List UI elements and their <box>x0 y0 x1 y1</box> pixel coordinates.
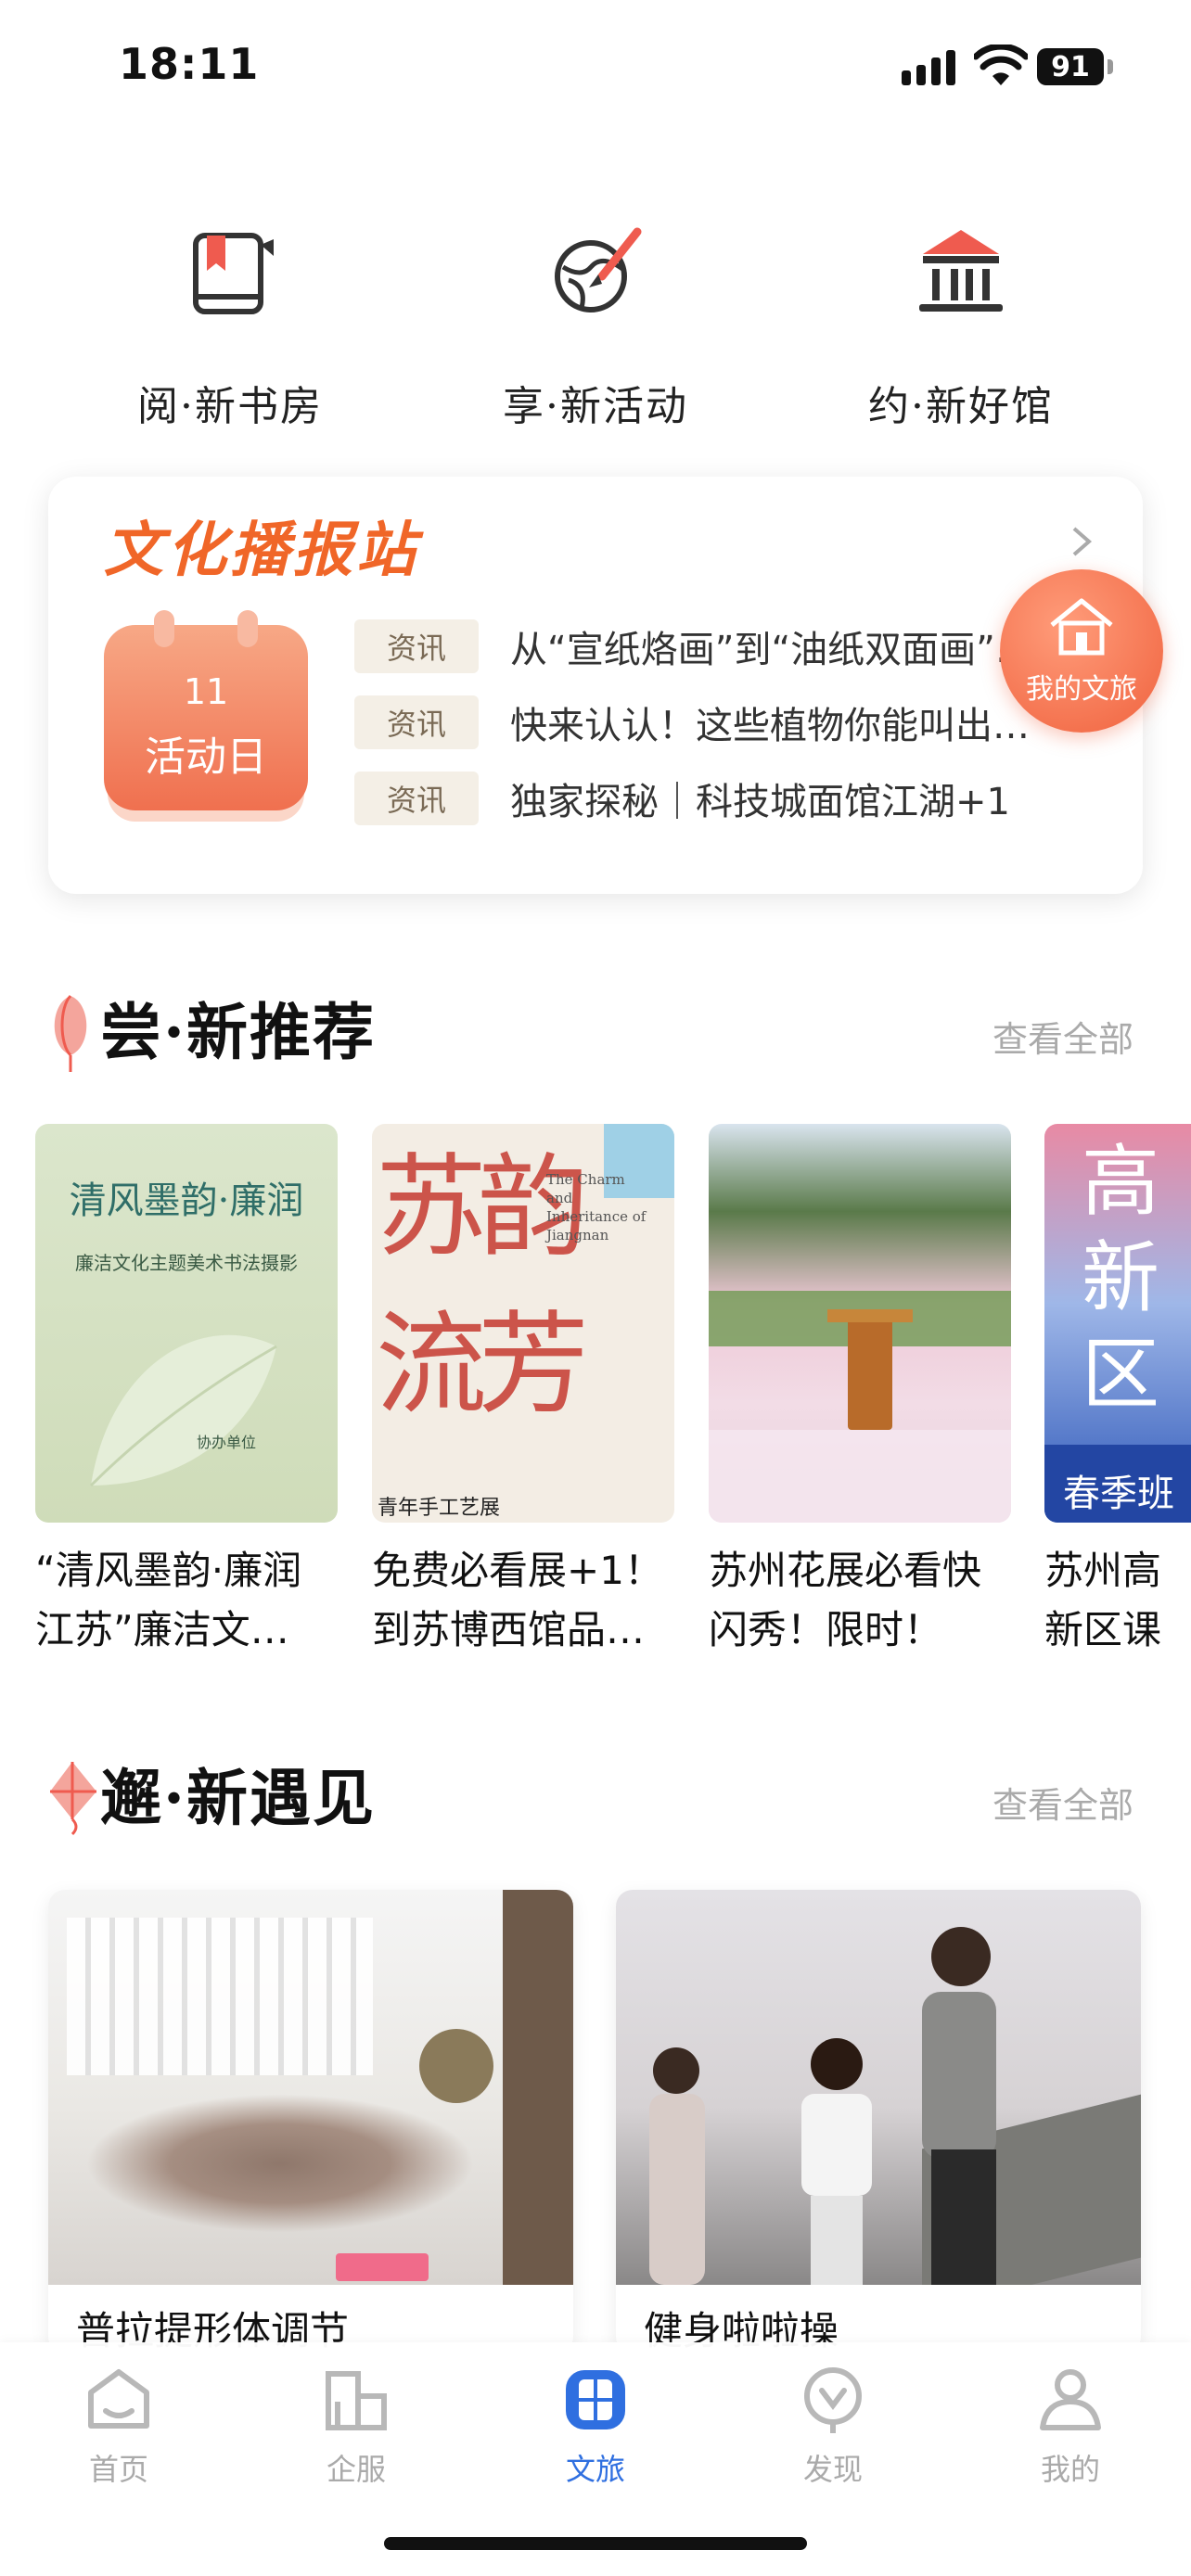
kite-icon <box>50 1762 96 1836</box>
discover-icon <box>804 2367 862 2433</box>
news-item[interactable]: 资讯 独家探秘｜科技城面馆江湖+1 <box>354 770 1115 827</box>
recommend-poster-image: 清风墨韵·廉润 廉洁文化主题美术书法摄影 协办单位 <box>35 1124 338 1523</box>
activity-day-calendar[interactable]: 11 活动日 <box>104 610 308 810</box>
news-text: 快来认认！这些植物你能叫出… <box>510 705 1030 747</box>
status-time: 18:11 <box>119 39 260 89</box>
recommend-poster-image: 高新区 春季班 <box>1044 1124 1191 1523</box>
recommend-card-title: 免费必看展+1！到苏博西馆品… <box>372 1548 663 1652</box>
tab-label: 企服 <box>326 2452 386 2487</box>
tab-home[interactable]: 首页 <box>45 2365 193 2489</box>
calendar-day: 11 <box>183 671 229 712</box>
tab-label: 发现 <box>802 2452 863 2487</box>
battery-indicator: 91 <box>1037 48 1104 85</box>
broadcast-title: 文化播报站 <box>104 516 419 585</box>
tab-discover[interactable]: 发现 <box>759 2365 907 2489</box>
quick-nav-label: 享·新活动 <box>503 383 688 430</box>
buildings-icon <box>326 2371 387 2430</box>
encounter-photo-image <box>48 1890 573 2285</box>
tab-label: 首页 <box>88 2452 148 2487</box>
quick-nav-venue[interactable]: 约·新好馆 <box>822 223 1100 432</box>
news-text: 独家探秘｜科技城面馆江湖+1 <box>510 781 1010 823</box>
recommend-card[interactable]: 苏韵流芳 The Charm and Inheritance of Jiangn… <box>372 1124 674 1660</box>
globe-brush-icon <box>555 227 642 312</box>
profile-icon <box>1040 2369 1101 2430</box>
recommend-card[interactable]: 清风墨韵·廉润 廉洁文化主题美术书法摄影 协办单位 “清风墨韵·廉润江苏”廉洁文… <box>35 1124 338 1660</box>
encounter-view-all-link[interactable]: 查看全部 <box>992 1777 1133 1828</box>
encounter-card[interactable]: 普拉提形体调节 <box>48 1890 573 2353</box>
recommend-card-title: 苏州高新区课堂春季班… <box>1044 1548 1162 1652</box>
recommend-card-title: “清风墨韵·廉润江苏”廉洁文… <box>35 1548 302 1652</box>
poster-footer: 协办单位 <box>197 1434 257 1451</box>
tab-label: 文旅 <box>565 2452 625 2487</box>
quick-nav-bookroom[interactable]: 阅·新书房 <box>91 223 369 432</box>
poster-footer: 春季班 <box>1063 1473 1174 1515</box>
float-button-label: 我的文旅 <box>1026 673 1137 706</box>
book-bookmark-icon <box>193 233 274 314</box>
house-icon <box>1050 598 1113 656</box>
news-tag: 资讯 <box>354 772 479 825</box>
museum-icon <box>919 230 1003 312</box>
tab-enterprise[interactable]: 企服 <box>282 2365 430 2489</box>
battery-tip <box>1108 59 1113 74</box>
home-indicator <box>384 2537 807 2550</box>
recommend-photo-image <box>709 1124 1011 1523</box>
calendar-label: 活动日 <box>145 733 267 781</box>
section-title-encounter: 邂·新遇见 <box>100 1762 376 1834</box>
news-tag: 资讯 <box>354 695 479 749</box>
cellular-signal-icon <box>902 48 959 85</box>
my-culture-float-button[interactable]: 我的文旅 <box>1000 569 1163 733</box>
quick-nav-label: 阅·新书房 <box>137 383 323 430</box>
news-tag: 资讯 <box>354 619 479 673</box>
culture-window-icon <box>566 2370 625 2429</box>
home-icon <box>88 2369 149 2429</box>
recommend-card[interactable]: 苏州花展必看快闪秀！限时！ <box>709 1124 1011 1660</box>
chevron-right-icon[interactable] <box>1069 523 1096 560</box>
encounter-photo-image <box>616 1890 1141 2285</box>
wifi-icon <box>974 45 1028 85</box>
quick-nav-label: 约·新好馆 <box>868 383 1054 430</box>
poster-headline: 清风墨韵·廉润 <box>69 1180 304 1222</box>
poster-subtitle: 廉洁文化主题美术书法摄影 <box>75 1252 298 1274</box>
recommend-card-title: 苏州花展必看快闪秀！限时！ <box>709 1548 982 1652</box>
poster-headline: 高新区 <box>1082 1136 1160 1420</box>
news-text: 从“宣纸烙画”到“油纸双面画”… <box>510 629 1032 671</box>
recommend-card[interactable]: 高新区 春季班 苏州高新区课堂春季班… <box>1044 1124 1191 1660</box>
lantern-icon <box>54 994 87 1072</box>
recommend-poster-image: 苏韵流芳 The Charm and Inheritance of Jiangn… <box>372 1124 674 1523</box>
section-title-recommend: 尝·新推荐 <box>100 996 376 1068</box>
poster-subtitle: The Charm and Inheritance of Jiangnan <box>546 1171 647 1243</box>
leaf-illustration <box>89 1334 277 1487</box>
recommend-view-all-link[interactable]: 查看全部 <box>992 1011 1133 1062</box>
quick-nav-activity[interactable]: 享·新活动 <box>456 223 735 432</box>
tab-label: 我的 <box>1040 2452 1100 2487</box>
poster-footer: 青年手工艺展 <box>378 1497 501 1520</box>
culture-broadcast-card[interactable]: 文化播报站 11 活动日 资讯 从“宣纸烙画”到“油纸双面画”… 资讯 快来认认… <box>48 477 1143 894</box>
tab-profile[interactable]: 我的 <box>996 2365 1145 2489</box>
encounter-card[interactable]: 健身啦啦操 <box>616 1890 1141 2353</box>
tab-culture[interactable]: 文旅 <box>521 2365 670 2489</box>
